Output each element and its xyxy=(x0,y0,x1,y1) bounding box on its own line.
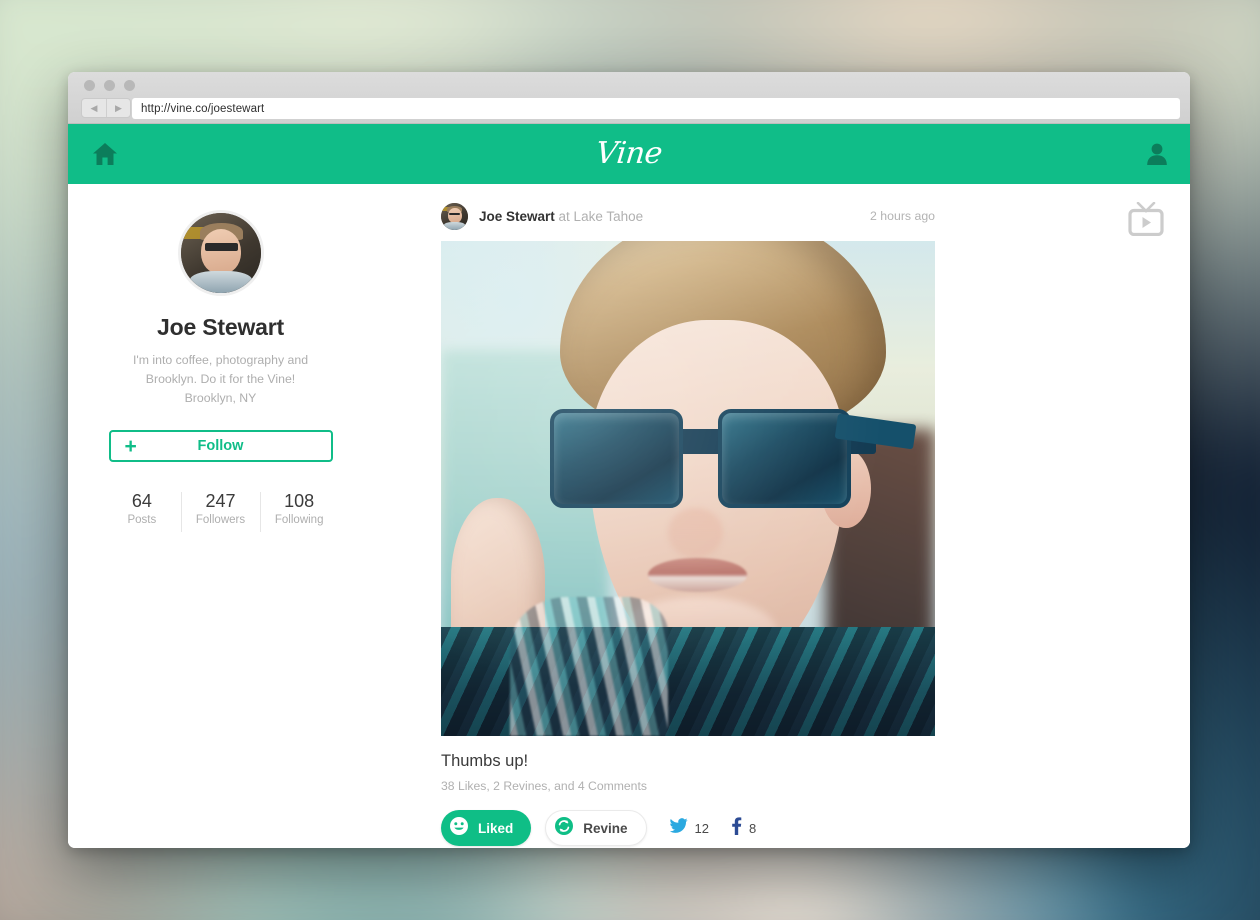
post-media[interactable] xyxy=(441,241,935,736)
smiley-face-icon xyxy=(449,816,469,841)
stat-following-value: 108 xyxy=(284,491,315,512)
revine-refresh-icon xyxy=(554,816,574,841)
page-title: Joe Stewart xyxy=(157,314,284,340)
post-header: Joe Stewart at Lake Tahoe 2 hours ago xyxy=(441,200,935,232)
plus-icon: + xyxy=(124,434,137,458)
revine-button-label: Revine xyxy=(583,820,628,836)
revine-button[interactable]: Revine xyxy=(545,810,647,846)
follow-button[interactable]: + Follow xyxy=(108,430,333,463)
stat-posts-value: 64 xyxy=(131,491,152,512)
home-icon[interactable] xyxy=(92,142,118,166)
post-engagement-summary[interactable]: 38 Likes, 2 Revines, and 4 Comments xyxy=(441,779,935,793)
facebook-share-stat[interactable]: 8 xyxy=(731,816,757,840)
tv-icon[interactable] xyxy=(1128,201,1164,237)
stat-posts[interactable]: 64 Posts xyxy=(103,490,182,526)
post-byline: Joe Stewart at Lake Tahoe xyxy=(479,209,643,224)
avatar[interactable] xyxy=(177,210,264,296)
back-arrow-icon[interactable]: ◀ xyxy=(82,99,106,117)
desktop-background: ◀ ▶ http://vine.co/joestewart Vine Joe S… xyxy=(0,0,1260,920)
post-caption: Thumbs up! xyxy=(441,752,529,770)
post-avatar[interactable] xyxy=(441,202,468,230)
twitter-share-stat[interactable]: 12 xyxy=(669,817,710,839)
person-icon[interactable] xyxy=(1146,142,1168,166)
profile-sidebar: Joe Stewart I'm into coffee, photography… xyxy=(68,184,373,848)
stat-following[interactable]: 108 Following xyxy=(259,490,339,532)
profile-location: Brooklyn, NY xyxy=(184,391,257,406)
post-actions: Liked Revine 12 8 xyxy=(441,810,935,846)
post-timestamp: 2 hours ago xyxy=(870,209,935,223)
facebook-f-icon xyxy=(731,816,742,840)
stat-following-label: Following xyxy=(274,513,324,526)
twitter-bird-icon xyxy=(669,817,688,839)
stat-followers-value: 247 xyxy=(205,491,236,512)
browser-chrome: ◀ ▶ http://vine.co/joestewart xyxy=(68,72,1190,124)
like-button-label: Liked xyxy=(478,820,514,836)
profile-stats: 64 Posts 247 Followers 108 Following xyxy=(103,490,339,532)
browser-window: ◀ ▶ http://vine.co/joestewart Vine Joe S… xyxy=(68,72,1190,848)
twitter-share-count: 12 xyxy=(694,820,710,836)
feed: Joe Stewart at Lake Tahoe 2 hours ago Th… xyxy=(373,184,1190,848)
url-text: http://vine.co/joestewart xyxy=(141,102,265,115)
profile-bio: I'm into coffee, photography and Brookly… xyxy=(68,351,373,408)
like-button[interactable]: Liked xyxy=(441,810,532,846)
url-input[interactable]: http://vine.co/joestewart xyxy=(132,98,1180,119)
facebook-share-count: 8 xyxy=(749,820,757,836)
stat-followers[interactable]: 247 Followers xyxy=(181,490,260,532)
app-header: Vine xyxy=(68,124,1190,184)
minimize-window-button[interactable] xyxy=(104,80,115,91)
browser-navigation[interactable]: ◀ ▶ xyxy=(81,98,131,118)
stat-posts-label: Posts xyxy=(127,513,157,526)
vine-logo[interactable]: Vine xyxy=(594,136,663,171)
post-location[interactable]: at Lake Tahoe xyxy=(559,209,644,224)
maximize-window-button[interactable] xyxy=(124,80,135,91)
post-author-name[interactable]: Joe Stewart xyxy=(479,209,555,224)
close-window-button[interactable] xyxy=(84,80,95,91)
app-body: Joe Stewart I'm into coffee, photography… xyxy=(68,184,1190,848)
profile-bio-text: I'm into coffee, photography and Brookly… xyxy=(132,353,309,387)
post-card: Joe Stewart at Lake Tahoe 2 hours ago Th… xyxy=(441,200,935,846)
follow-button-label: Follow xyxy=(197,438,244,455)
window-controls[interactable] xyxy=(84,80,135,91)
stat-followers-label: Followers xyxy=(195,513,246,526)
forward-arrow-icon[interactable]: ▶ xyxy=(106,99,130,117)
